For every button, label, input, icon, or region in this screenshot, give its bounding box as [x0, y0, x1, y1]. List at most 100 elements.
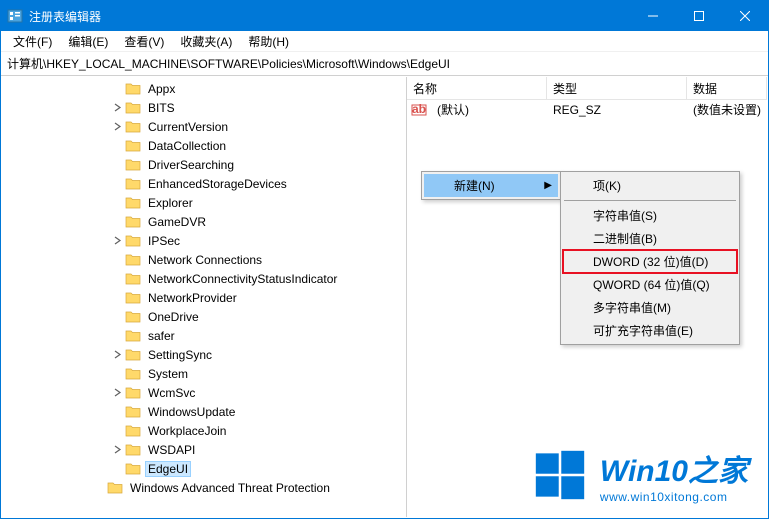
folder-icon: [125, 310, 141, 324]
watermark-url: www.win10xitong.com: [600, 490, 748, 504]
tree-pane[interactable]: Appx BITSCurrentVersion DataCollectionDriv…: [2, 77, 407, 517]
menu-help[interactable]: 帮助(H): [240, 31, 297, 52]
address-bar[interactable]: 计算机\HKEY_LOCAL_MACHINE\SOFTWARE\Policies…: [1, 52, 768, 76]
expand-icon[interactable]: [110, 347, 125, 362]
menubar: 文件(F) 编辑(E) 查看(V) 收藏夹(A) 帮助(H): [1, 31, 768, 52]
expand-icon[interactable]: [110, 138, 125, 153]
expand-icon[interactable]: [110, 442, 125, 457]
tree-label: BITS: [145, 100, 178, 116]
expand-icon[interactable]: [110, 81, 125, 96]
folder-icon: [107, 481, 123, 495]
tree-item-network-connections[interactable]: Network Connections: [2, 250, 406, 269]
tree-item-datacollection[interactable]: DataCollection: [2, 136, 406, 155]
table-row[interactable]: ab (默认) REG_SZ (数值未设置): [407, 100, 767, 119]
expand-icon[interactable]: [110, 309, 125, 324]
tree-item-system[interactable]: System: [2, 364, 406, 383]
expand-icon[interactable]: [110, 252, 125, 267]
tree-item-edgeui[interactable]: EdgeUI: [2, 459, 406, 478]
tree-item-networkprovider[interactable]: NetworkProvider: [2, 288, 406, 307]
tree-label: SettingSync: [145, 347, 215, 363]
tree-item-safer[interactable]: safer: [2, 326, 406, 345]
folder-icon: [125, 177, 141, 191]
expand-icon[interactable]: [110, 423, 125, 438]
regedit-icon: [7, 8, 23, 24]
tree-item-workplacejoin[interactable]: WorkplaceJoin: [2, 421, 406, 440]
menu-view[interactable]: 查看(V): [116, 31, 172, 52]
watermark: Win10之家 www.win10xitong.com: [532, 446, 748, 504]
tree-item-onedrive[interactable]: OneDrive: [2, 307, 406, 326]
expand-icon[interactable]: [110, 271, 125, 286]
tree-label: EnhancedStorageDevices: [145, 176, 290, 192]
tree-item-wcmsvc[interactable]: WcmSvc: [2, 383, 406, 402]
close-button[interactable]: [722, 1, 768, 31]
menu-file[interactable]: 文件(F): [5, 31, 60, 52]
menu-edit[interactable]: 编辑(E): [60, 31, 116, 52]
tree-label: WorkplaceJoin: [145, 423, 229, 439]
expand-icon[interactable]: [110, 385, 125, 400]
context-item-label: 新建(N): [454, 177, 495, 194]
folder-icon: [125, 386, 141, 400]
expand-icon[interactable]: [110, 404, 125, 419]
tree-item-windows-advanced-threat-protection[interactable]: Windows Advanced Threat Protection: [2, 478, 406, 497]
tree-item-enhancedstoragedevices[interactable]: EnhancedStorageDevices: [2, 174, 406, 193]
folder-icon: [125, 272, 141, 286]
tree-label: safer: [145, 328, 178, 344]
tree-item-driversearching[interactable]: DriverSearching: [2, 155, 406, 174]
expand-icon[interactable]: [110, 157, 125, 172]
titlebar[interactable]: 注册表编辑器: [1, 1, 768, 31]
expand-icon[interactable]: [110, 328, 125, 343]
expand-icon[interactable]: [110, 214, 125, 229]
menu-favorites[interactable]: 收藏夹(A): [172, 31, 240, 52]
tree-item-settingsync[interactable]: SettingSync: [2, 345, 406, 364]
tree-item-networkconnectivitystatusindicator[interactable]: NetworkConnectivityStatusIndicator: [2, 269, 406, 288]
folder-icon: [125, 348, 141, 362]
folder-icon: [125, 424, 141, 438]
tree-label: EdgeUI: [145, 461, 191, 477]
expand-icon[interactable]: [110, 366, 125, 381]
tree-item-gamedvr[interactable]: GameDVR: [2, 212, 406, 231]
col-data[interactable]: 数据: [687, 77, 767, 99]
tree-label: WindowsUpdate: [145, 404, 238, 420]
folder-icon: [125, 405, 141, 419]
tree-label: DataCollection: [145, 138, 229, 154]
context-menu-main: 新建(N) ▶: [421, 171, 561, 200]
folder-icon: [125, 291, 141, 305]
expand-icon[interactable]: [110, 176, 125, 191]
tree-label: Explorer: [145, 195, 196, 211]
tree-label: Appx: [145, 81, 178, 97]
context-item-binary[interactable]: 二进制值(B): [563, 227, 737, 250]
expand-icon[interactable]: [92, 480, 107, 495]
expand-icon[interactable]: [110, 119, 125, 134]
expand-icon[interactable]: [110, 195, 125, 210]
tree-item-explorer[interactable]: Explorer: [2, 193, 406, 212]
minimize-button[interactable]: [630, 1, 676, 31]
col-name[interactable]: 名称: [407, 77, 547, 99]
windows-logo-icon: [532, 447, 588, 503]
window-controls: [630, 1, 768, 31]
col-type[interactable]: 类型: [547, 77, 687, 99]
expand-icon[interactable]: [110, 233, 125, 248]
expand-icon[interactable]: [110, 461, 125, 476]
context-item-multistring[interactable]: 多字符串值(M): [563, 296, 737, 319]
context-item-dword[interactable]: DWORD (32 位)值(D): [563, 250, 737, 273]
context-menu-new: 项(K) 字符串值(S) 二进制值(B) DWORD (32 位)值(D) QW…: [560, 171, 740, 345]
folder-icon: [125, 82, 141, 96]
tree-item-ipsec[interactable]: IPSec: [2, 231, 406, 250]
tree-item-wsdapi[interactable]: WSDAPI: [2, 440, 406, 459]
context-item-qword[interactable]: QWORD (64 位)值(Q): [563, 273, 737, 296]
folder-icon: [125, 139, 141, 153]
tree-item-currentversion[interactable]: CurrentVersion: [2, 117, 406, 136]
context-item-new[interactable]: 新建(N) ▶: [424, 174, 558, 197]
tree-item-windowsupdate[interactable]: WindowsUpdate: [2, 402, 406, 421]
context-item-string[interactable]: 字符串值(S): [563, 204, 737, 227]
tree-item-appx[interactable]: Appx: [2, 79, 406, 98]
tree-label: IPSec: [145, 233, 183, 249]
chevron-right-icon: ▶: [544, 180, 552, 191]
context-item-key[interactable]: 项(K): [563, 174, 737, 197]
expand-icon[interactable]: [110, 290, 125, 305]
tree-item-bits[interactable]: BITS: [2, 98, 406, 117]
folder-icon: [125, 462, 141, 476]
context-item-expandstring[interactable]: 可扩充字符串值(E): [563, 319, 737, 342]
expand-icon[interactable]: [110, 100, 125, 115]
maximize-button[interactable]: [676, 1, 722, 31]
